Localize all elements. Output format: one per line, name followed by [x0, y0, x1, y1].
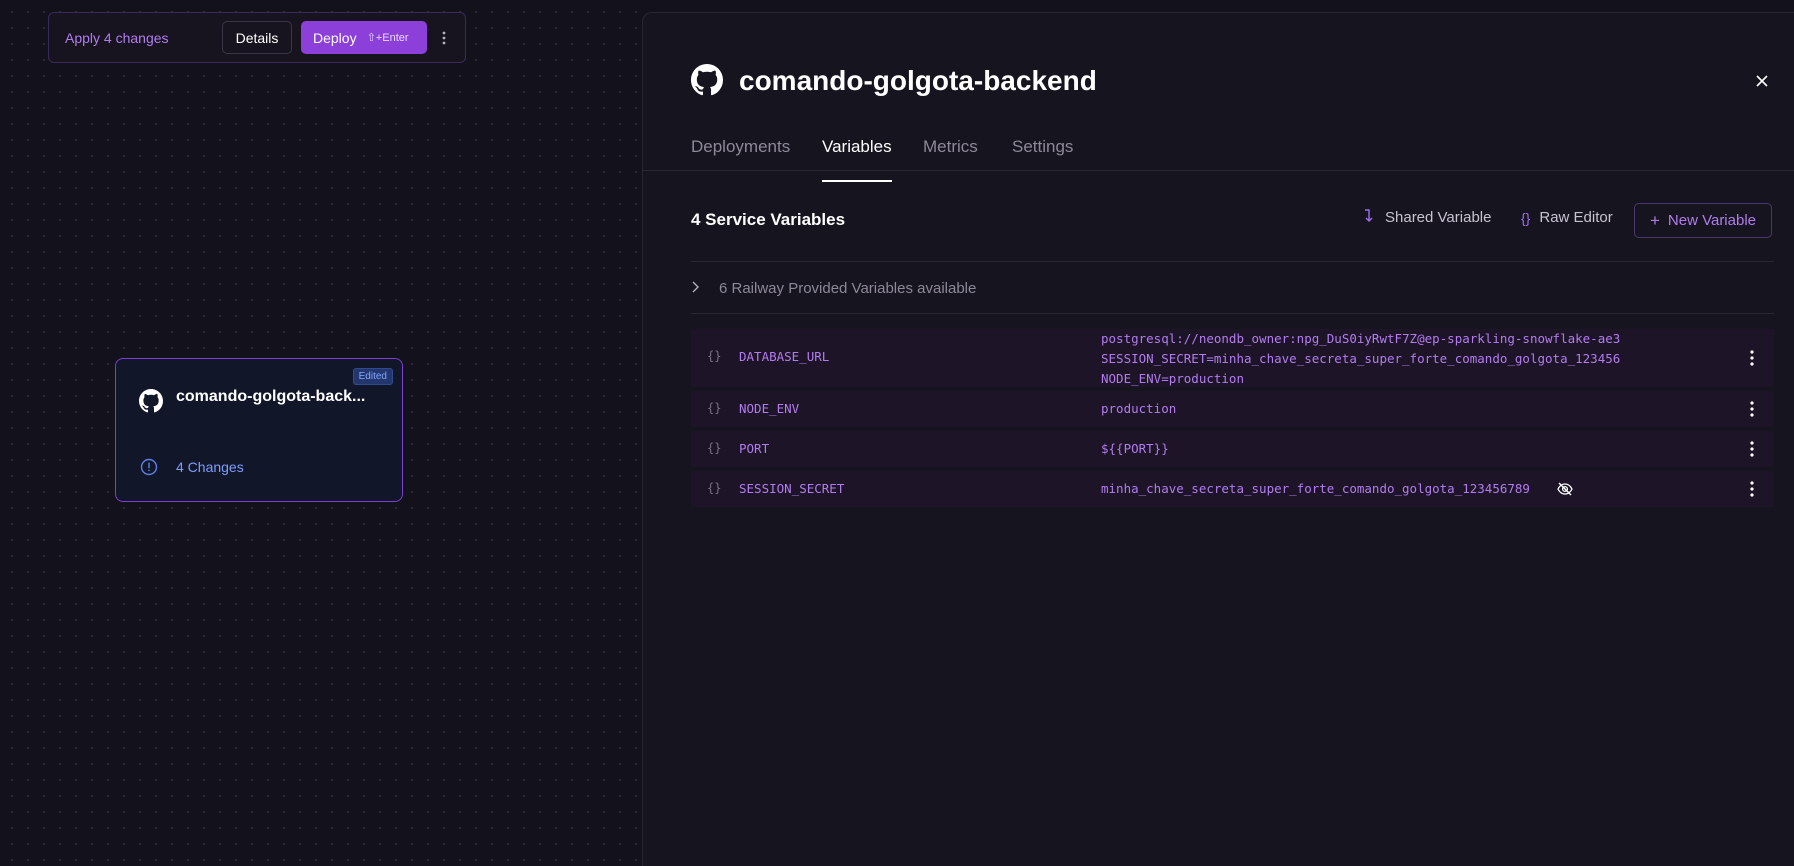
service-detail-panel: comando-golgota-backend Deployments Vari…: [642, 12, 1794, 866]
row-more-icon[interactable]: [1744, 477, 1760, 501]
new-variable-button[interactable]: + New Variable: [1634, 203, 1772, 238]
table-row[interactable]: {} NODE_ENV production: [691, 391, 1774, 427]
apply-changes-link[interactable]: Apply 4 changes: [65, 30, 169, 46]
chevron-right-icon: [691, 280, 719, 297]
braces-icon: {}: [707, 441, 722, 455]
staged-changes-bar: Apply 4 changes Details Deploy ⇧+Enter: [48, 12, 466, 63]
variable-name: DATABASE_URL: [739, 349, 830, 364]
service-card[interactable]: Edited comando-golgota-back... 4 Changes: [115, 358, 403, 502]
section-title: 4 Service Variables: [691, 210, 846, 229]
variable-name: PORT: [739, 441, 770, 456]
details-button[interactable]: Details: [222, 21, 292, 54]
staging-more-icon[interactable]: [435, 23, 453, 53]
service-card-title: comando-golgota-back...: [176, 388, 366, 405]
service-card-changes: 4 Changes: [176, 459, 244, 475]
eye-off-icon[interactable]: [1556, 480, 1574, 498]
github-icon: [691, 64, 723, 96]
row-more-icon[interactable]: [1744, 437, 1760, 461]
github-icon: [139, 389, 163, 413]
braces-icon: {}: [707, 401, 722, 415]
table-row[interactable]: {} PORT ${{PORT}}: [691, 431, 1774, 467]
shared-variable-label: Shared Variable: [1385, 209, 1492, 226]
raw-editor-button[interactable]: {} Raw Editor: [1521, 209, 1613, 226]
deploy-button-label: Deploy: [313, 29, 357, 46]
tab-deployments[interactable]: Deployments: [691, 137, 790, 182]
new-variable-label: New Variable: [1667, 212, 1757, 229]
table-row[interactable]: {} DATABASE_URL postgresql://neondb_owne…: [691, 329, 1774, 387]
close-icon[interactable]: [1750, 69, 1774, 93]
table-row[interactable]: {} SESSION_SECRET minha_chave_secreta_su…: [691, 471, 1774, 507]
tab-metrics[interactable]: Metrics: [923, 137, 978, 182]
row-more-icon[interactable]: [1744, 346, 1760, 370]
variable-name: SESSION_SECRET: [739, 481, 845, 496]
variable-name: NODE_ENV: [739, 401, 800, 416]
tabs-divider: [643, 170, 1794, 171]
tab-bar: Deployments Variables Metrics Settings: [691, 137, 1794, 182]
shared-variable-button[interactable]: Shared Variable: [1364, 209, 1491, 226]
plus-icon: +: [1649, 210, 1660, 230]
braces-icon: {}: [707, 349, 722, 363]
details-button-label: Details: [235, 29, 279, 46]
edited-badge: Edited: [352, 368, 393, 385]
deploy-button[interactable]: Deploy ⇧+Enter: [301, 21, 427, 54]
info-circle-icon: [140, 458, 158, 476]
row-more-icon[interactable]: [1744, 397, 1760, 421]
variable-value-line: SESSION_SECRET=minha_chave_secreta_super…: [1101, 351, 1621, 366]
page-title: comando-golgota-backend: [739, 65, 1097, 96]
variable-value: minha_chave_secreta_super_forte_comando_…: [1101, 481, 1530, 496]
variable-value-line: NODE_ENV=production: [1101, 371, 1244, 386]
variable-value: production: [1101, 401, 1177, 416]
braces-icon: {}: [707, 481, 722, 495]
divider: [691, 313, 1774, 314]
provided-variables-label: 6 Railway Provided Variables available: [719, 279, 977, 297]
provided-variables-toggle[interactable]: 6 Railway Provided Variables available: [691, 277, 976, 299]
divider: [691, 261, 1774, 262]
raw-editor-label: Raw Editor: [1539, 209, 1613, 226]
variable-value: postgresql://neondb_owner:npg_DuS0iyRwtF…: [1101, 329, 1629, 389]
shared-variable-icon: [1364, 209, 1376, 226]
deploy-shortcut-hint: ⇧+Enter: [366, 32, 409, 44]
variable-value: ${{PORT}}: [1101, 441, 1169, 456]
tab-settings[interactable]: Settings: [1012, 137, 1073, 182]
variable-value-line: postgresql://neondb_owner:npg_DuS0iyRwtF…: [1101, 331, 1621, 346]
tab-variables[interactable]: Variables: [822, 137, 892, 182]
braces-icon: {}: [1521, 209, 1531, 226]
